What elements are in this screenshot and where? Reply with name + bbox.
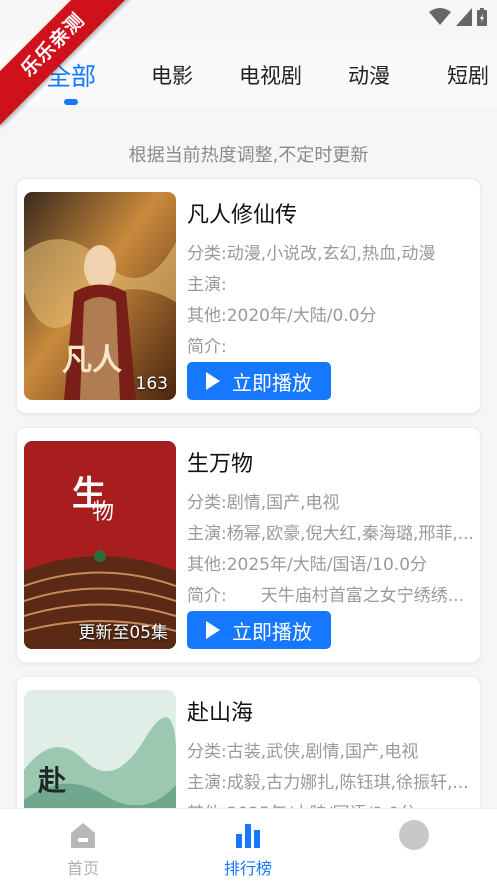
profile-icon xyxy=(359,819,469,851)
ranking-list[interactable]: 根据当前热度调整,不定时更新 凡人 163 凡人修仙传 分类:动漫,小说改,玄幻… xyxy=(0,106,497,808)
svg-text:赴: 赴 xyxy=(37,764,67,797)
item-other-info: 其他:2020年/大陆/0.0分 xyxy=(187,306,377,326)
episode-badge: 163 xyxy=(135,374,168,394)
item-cast: 主演:成毅,古力娜扎,陈钰琪,徐振轩,... xyxy=(187,773,469,793)
play-button-label: 立即播放 xyxy=(232,370,312,395)
item-title[interactable]: 赴山海 xyxy=(187,695,253,727)
wifi-icon xyxy=(429,8,451,25)
svg-text:物: 物 xyxy=(92,500,114,525)
list-item[interactable]: 生 物 更新至05集 生万物 分类:剧情,国产,电视 主演:杨幂,欧豪,倪大红,… xyxy=(16,427,481,663)
play-now-button[interactable]: 立即播放 xyxy=(187,611,331,649)
tab-tv-series[interactable]: 电视剧 xyxy=(239,60,302,90)
list-item[interactable]: 凡人 163 凡人修仙传 分类:动漫,小说改,玄幻,热血,动漫 主演: 其他:2… xyxy=(16,178,481,414)
poster-image[interactable]: 生 物 更新至05集 xyxy=(24,441,176,649)
item-intro: 简介: xyxy=(187,337,227,357)
poster-image[interactable]: 赴 xyxy=(24,690,176,808)
episode-badge: 更新至05集 xyxy=(78,623,168,643)
item-title[interactable]: 凡人修仙传 xyxy=(187,197,297,229)
item-category: 分类:动漫,小说改,玄幻,热血,动漫 xyxy=(187,244,436,264)
play-button-label: 立即播放 xyxy=(232,619,312,644)
play-icon xyxy=(206,621,220,639)
poster-image[interactable]: 凡人 163 xyxy=(24,192,176,400)
nav-home-label: 首页 xyxy=(66,859,99,878)
item-category: 分类:剧情,国产,电视 xyxy=(187,493,340,513)
tab-short-drama[interactable]: 短剧 xyxy=(447,60,489,90)
signal-icon xyxy=(456,8,472,26)
tab-movies[interactable]: 电影 xyxy=(151,60,193,90)
item-other-info: 其他:2025年/大陆/国语/9.0分 xyxy=(187,799,477,808)
nav-home[interactable]: 首页 xyxy=(28,819,138,879)
bar-chart-icon xyxy=(193,819,303,851)
list-item[interactable]: 赴 赴山海 分类:古装,武侠,剧情,国产,电视 主演:成毅,古力娜扎,陈钰琪,徐… xyxy=(16,676,481,808)
play-icon xyxy=(206,372,220,390)
battery-icon xyxy=(477,8,487,26)
tab-anime[interactable]: 动漫 xyxy=(348,60,390,90)
list-subtitle: 根据当前热度调整,不定时更新 xyxy=(128,145,369,166)
nav-profile[interactable] xyxy=(359,819,469,855)
active-tab-indicator xyxy=(64,99,78,105)
svg-text:凡人: 凡人 xyxy=(62,343,122,378)
item-other-info: 其他:2025年/大陆/国语/10.0分 xyxy=(187,555,428,575)
item-cast: 主演:杨幂,欧豪,倪大红,秦海璐,邢菲,... xyxy=(187,524,474,544)
item-cast: 主演: xyxy=(187,275,227,295)
item-intro: 简介: 天牛庙村首富之女宁绣绣... xyxy=(187,586,464,606)
item-title[interactable]: 生万物 xyxy=(187,446,253,478)
nav-ranking[interactable]: 排行榜 xyxy=(193,819,303,879)
item-category: 分类:古装,武侠,剧情,国产,电视 xyxy=(187,742,419,762)
play-now-button[interactable]: 立即播放 xyxy=(187,362,331,400)
bottom-navigation: 首页 排行榜 xyxy=(0,808,497,885)
home-icon xyxy=(28,819,138,851)
nav-ranking-label: 排行榜 xyxy=(223,859,272,878)
